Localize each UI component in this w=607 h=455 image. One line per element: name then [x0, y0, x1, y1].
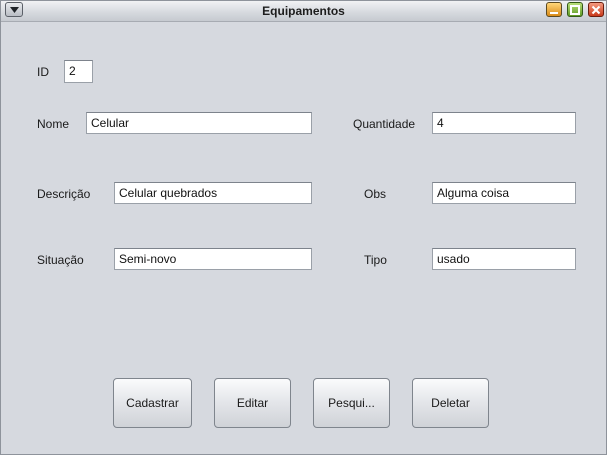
- id-field[interactable]: 2: [64, 60, 93, 83]
- obs-field[interactable]: Alguma coisa: [432, 182, 576, 204]
- pesquisar-button[interactable]: Pesqui...: [313, 378, 390, 428]
- close-button[interactable]: [588, 2, 604, 17]
- situacao-field[interactable]: Semi-novo: [114, 248, 312, 270]
- quantidade-label: Quantidade: [353, 117, 416, 131]
- nome-label: Nome: [37, 117, 70, 131]
- nome-field[interactable]: Celular: [86, 112, 312, 134]
- tipo-label: Tipo: [364, 253, 387, 267]
- deletar-button[interactable]: Deletar: [412, 378, 489, 428]
- equipamentos-window: Equipamentos ID 2 Nome Celular Quantidad…: [0, 0, 607, 455]
- window-title: Equipamentos: [262, 4, 345, 18]
- quantidade-field[interactable]: 4: [432, 112, 576, 134]
- editar-button[interactable]: Editar: [214, 378, 291, 428]
- minimize-button[interactable]: [546, 2, 562, 17]
- maximize-button[interactable]: [567, 2, 583, 17]
- close-icon: [591, 5, 601, 15]
- title-bar[interactable]: Equipamentos: [1, 1, 606, 22]
- id-label: ID: [37, 65, 49, 79]
- tipo-field[interactable]: usado: [432, 248, 576, 270]
- cadastrar-button[interactable]: Cadastrar: [113, 378, 192, 428]
- obs-label: Obs: [364, 187, 387, 201]
- situacao-label: Situação: [37, 253, 84, 267]
- descricao-label: Descrição: [37, 187, 91, 201]
- descricao-field[interactable]: Celular quebrados: [114, 182, 312, 204]
- minimize-icon: [550, 12, 558, 14]
- maximize-icon: [570, 5, 580, 15]
